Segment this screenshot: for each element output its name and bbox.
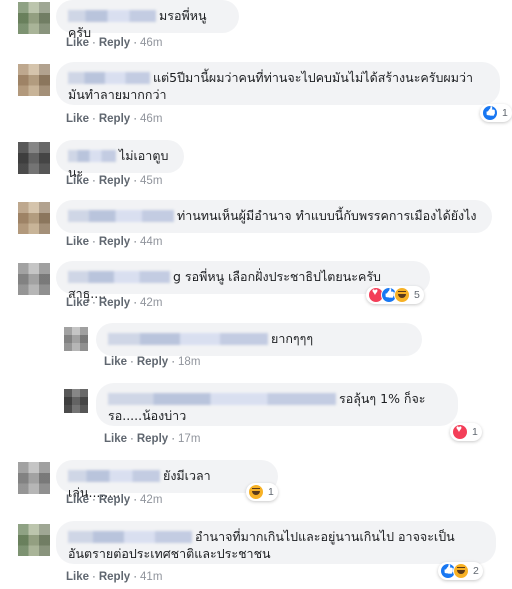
comment-actions: Like · Reply · 17m: [104, 433, 201, 445]
comment-actions: Like · Reply · 42m: [66, 297, 163, 309]
commenter-name[interactable]: [68, 72, 150, 84]
comment-bubble: มรอพี่หนูครับ: [56, 0, 239, 40]
comment-text-line2: อันตรายต่อประเทศชาติและประชาชน: [68, 546, 271, 561]
like-button[interactable]: Like: [104, 356, 127, 368]
timestamp[interactable]: 46m: [140, 37, 162, 49]
like-button[interactable]: Like: [66, 297, 89, 309]
comment-actions: Like · Reply · 46m: [66, 37, 163, 49]
timestamp[interactable]: 42m: [140, 297, 162, 309]
comment-text-line1: แต่5ปีมานี้ผมว่าคนที่ท่านจะไปคบมันไม่ได้…: [153, 70, 474, 85]
reply-button[interactable]: Reply: [137, 433, 168, 445]
reaction-summary[interactable]: 2: [438, 562, 483, 580]
commenter-name[interactable]: [68, 470, 160, 482]
timestamp[interactable]: 18m: [178, 356, 200, 368]
timestamp[interactable]: 45m: [140, 175, 162, 187]
comment-actions: Like · Reply · 41m: [66, 571, 163, 583]
reply-button[interactable]: Reply: [99, 175, 130, 187]
like-reaction-icon: [482, 105, 498, 121]
comment-actions: Like · Reply · 44m: [66, 236, 163, 248]
commenter-name[interactable]: [108, 333, 268, 345]
avatar[interactable]: [18, 64, 50, 96]
like-button[interactable]: Like: [66, 494, 89, 506]
avatar[interactable]: [18, 202, 50, 234]
reply-button[interactable]: Reply: [99, 494, 130, 506]
comment-actions: Like · Reply · 46m: [66, 113, 163, 125]
love-reaction-icon: [452, 424, 468, 440]
like-button[interactable]: Like: [66, 37, 89, 49]
comment-bubble: ไม่เอาตูบนะ: [56, 140, 184, 180]
comment-actions: Like · Reply · 18m: [104, 356, 201, 368]
comment-bubble: แต่5ปีมานี้ผมว่าคนที่ท่านจะไปคบมันไม่ได้…: [56, 62, 500, 105]
avatar[interactable]: [18, 2, 50, 34]
haha-reaction-icon: [453, 563, 469, 579]
comment-bubble: ท่านทนเห็นผู้มีอำนาจ ทำแบบนี้กับพรรคการเ…: [56, 200, 492, 233]
comment-bubble: ยังมีเวลาเล่น.........: [56, 460, 278, 500]
avatar[interactable]: [18, 462, 50, 494]
comment-bubble: รอลุ้นๆ 1% ก็จะ รอ.....น้องบ่าว: [96, 383, 458, 426]
reaction-count: 1: [472, 426, 478, 438]
comment-bubble: ยากๆๆๆ: [96, 323, 422, 356]
haha-reaction-icon: [248, 484, 264, 500]
haha-reaction-icon: [394, 287, 410, 303]
avatar[interactable]: [64, 389, 88, 413]
comment-text: ยากๆๆๆ: [271, 331, 314, 346]
reply-button[interactable]: Reply: [99, 571, 130, 583]
commenter-name[interactable]: [68, 10, 156, 22]
comment-text-line1: รอลุ้นๆ 1% ก็จะ: [339, 391, 426, 406]
reaction-summary[interactable]: 1: [246, 483, 278, 501]
reply-button[interactable]: Reply: [137, 356, 168, 368]
reaction-count: 1: [268, 486, 274, 498]
reaction-count: 5: [414, 289, 420, 301]
commenter-name[interactable]: [68, 531, 192, 543]
comment-text-line2: มันทำลายมากกว่า: [68, 87, 167, 102]
timestamp[interactable]: 42m: [140, 494, 162, 506]
commenter-name[interactable]: [68, 271, 170, 283]
like-button[interactable]: Like: [66, 236, 89, 248]
reply-button[interactable]: Reply: [99, 297, 130, 309]
like-button[interactable]: Like: [66, 113, 89, 125]
like-button[interactable]: Like: [66, 175, 89, 187]
commenter-name[interactable]: [108, 393, 336, 405]
reply-button[interactable]: Reply: [99, 113, 130, 125]
reply-button[interactable]: Reply: [99, 236, 130, 248]
reaction-count: 1: [502, 107, 508, 119]
timestamp[interactable]: 44m: [140, 236, 162, 248]
reply-button[interactable]: Reply: [99, 37, 130, 49]
avatar[interactable]: [18, 263, 50, 295]
commenter-name[interactable]: [68, 210, 174, 222]
avatar[interactable]: [64, 327, 88, 351]
avatar[interactable]: [18, 142, 50, 174]
timestamp[interactable]: 46m: [140, 113, 162, 125]
avatar[interactable]: [18, 524, 50, 556]
comment-bubble: อำนาจที่มากเกินไปและอยู่นานเกินไป อาจจะเ…: [56, 521, 496, 564]
like-button[interactable]: Like: [104, 433, 127, 445]
like-button[interactable]: Like: [66, 571, 89, 583]
comment-actions: Like · Reply · 42m: [66, 494, 163, 506]
timestamp[interactable]: 41m: [140, 571, 162, 583]
comment-text-line1: อำนาจที่มากเกินไปและอยู่นานเกินไป อาจจะเ…: [195, 529, 455, 544]
timestamp[interactable]: 17m: [178, 433, 200, 445]
commenter-name[interactable]: [68, 150, 116, 162]
reaction-summary[interactable]: 1: [480, 104, 512, 122]
reaction-summary[interactable]: 5: [366, 286, 424, 304]
comment-text-line2: รอ.....น้องบ่าว: [108, 408, 187, 423]
comment-actions: Like · Reply · 45m: [66, 175, 163, 187]
reaction-count: 2: [473, 565, 479, 577]
reaction-summary[interactable]: 1: [450, 423, 482, 441]
comment-text: ท่านทนเห็นผู้มีอำนาจ ทำแบบนี้กับพรรคการเ…: [177, 208, 477, 223]
